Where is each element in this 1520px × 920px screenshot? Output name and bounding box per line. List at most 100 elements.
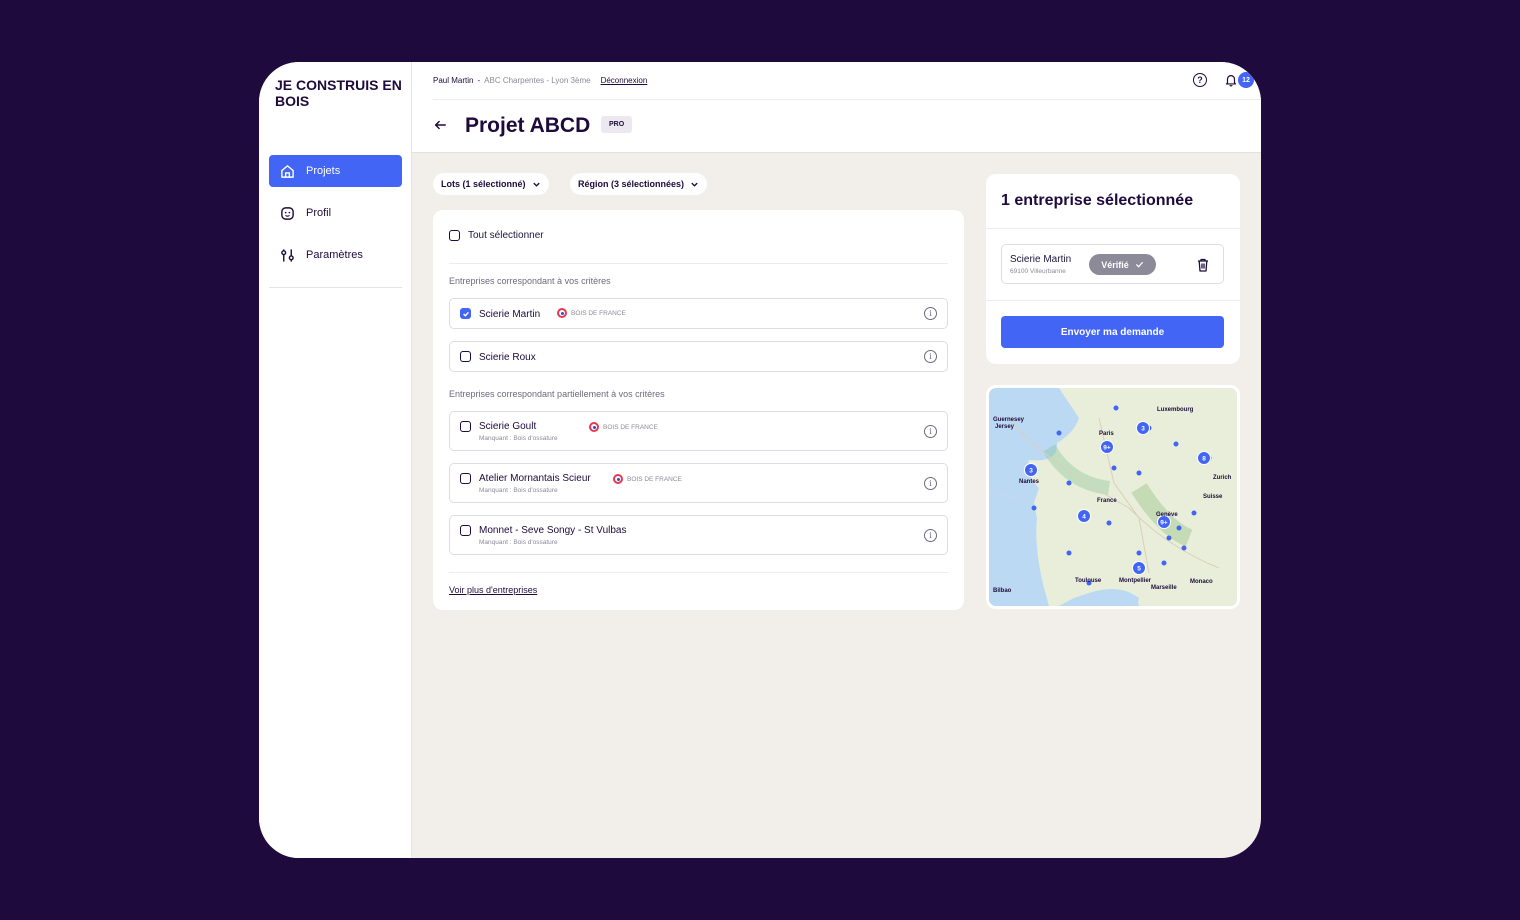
- map-cluster: 3: [1141, 426, 1145, 433]
- map-label: Suisse: [1203, 494, 1223, 500]
- trash-icon[interactable]: [1197, 258, 1209, 272]
- map-cluster: 5: [1137, 566, 1141, 573]
- company-row-atelier-mornantais[interactable]: Atelier Mornantais Scieur Manquant : Boi…: [449, 463, 948, 503]
- checkbox-checked[interactable]: [460, 308, 471, 319]
- company-name: Scierie Roux: [479, 352, 536, 363]
- see-more-companies-link[interactable]: Voir plus d'entreprises: [449, 585, 537, 595]
- map-label: Zurich: [1213, 475, 1232, 481]
- company-row-scierie-goult[interactable]: Scierie Goult Manquant : Bois d'ossature…: [449, 411, 948, 451]
- info-icon[interactable]: i: [924, 425, 937, 438]
- divider: [449, 263, 948, 264]
- logout-link[interactable]: Déconnexion: [601, 76, 648, 85]
- checkbox[interactable]: [460, 351, 471, 362]
- company-list-card: Tout sélectionner Entreprises correspond…: [433, 210, 964, 610]
- selected-company-item: Scierie Martin 69100 Villeurbanne Vérifi…: [1001, 244, 1224, 284]
- france-map: 3 9+ 8 3 4 9+ 5 Luxembourg Paris France …: [989, 388, 1237, 606]
- section-partial-match-label: Entreprises correspondant partiellement …: [449, 389, 665, 399]
- sliders-icon: [280, 248, 295, 263]
- selection-card: 1 entreprise sélectionnée Scierie Martin…: [986, 174, 1240, 364]
- map-label: Nantes: [1019, 479, 1040, 485]
- info-icon[interactable]: i: [924, 477, 937, 490]
- map-label: Montpellier: [1119, 578, 1152, 584]
- check-icon: [462, 311, 469, 317]
- map-label: France: [1097, 498, 1117, 504]
- company-name: Scierie Martin: [479, 309, 541, 320]
- lots-filter-label: Lots (1 sélectionné): [441, 179, 526, 189]
- map-cluster: 9+: [1103, 445, 1111, 452]
- sidebar-item-label: Paramètres: [306, 249, 363, 261]
- info-icon[interactable]: i: [924, 529, 937, 542]
- sidebar-item-projets[interactable]: Projets: [269, 155, 402, 187]
- company-name: Monnet - Seve Songy - St Vulbas: [479, 525, 627, 536]
- sidebar: JE CONSTRUIS EN BOIS Projets Profil Para…: [259, 62, 412, 858]
- sidebar-item-parametres[interactable]: Paramètres: [269, 239, 402, 271]
- check-icon: [1135, 261, 1143, 268]
- info-icon[interactable]: i: [924, 307, 937, 320]
- map-label: Marseille: [1151, 585, 1177, 591]
- info-icon[interactable]: i: [924, 350, 937, 363]
- user-info: Paul Martin - ABC Charpentes - Lyon 3ème…: [433, 76, 648, 85]
- home-icon: [280, 164, 295, 179]
- select-all-label: Tout sélectionner: [468, 230, 544, 241]
- bois-de-france-badge: BOIS DE FRANCE: [557, 308, 626, 318]
- header-divider: [433, 99, 1261, 100]
- page-title: Projet ABCD: [465, 114, 591, 137]
- map-label: Guernesey: [993, 417, 1025, 423]
- companies-map[interactable]: 3 9+ 8 3 4 9+ 5 Luxembourg Paris France …: [986, 385, 1240, 609]
- chevron-down-icon: [691, 182, 698, 187]
- map-label: Toulouse: [1075, 578, 1102, 584]
- missing-criteria: Manquant : Bois d'ossature: [479, 539, 558, 546]
- bois-de-france-badge: BOIS DE FRANCE: [589, 422, 658, 432]
- app-logo[interactable]: JE CONSTRUIS EN BOIS: [275, 77, 405, 109]
- map-label: Jersey: [995, 424, 1015, 430]
- divider: [986, 300, 1240, 301]
- map-cluster: 8: [1202, 456, 1206, 463]
- region-filter-dropdown[interactable]: Région (3 sélectionnées): [570, 173, 708, 195]
- company-row-monnet-seve-songy[interactable]: Monnet - Seve Songy - St Vulbas Manquant…: [449, 515, 948, 555]
- map-cluster: 4: [1082, 514, 1086, 521]
- lots-filter-dropdown[interactable]: Lots (1 sélectionné): [433, 173, 549, 195]
- sidebar-item-label: Profil: [306, 207, 332, 219]
- missing-criteria: Manquant : Bois d'ossature: [479, 487, 558, 494]
- select-all-checkbox[interactable]: Tout sélectionner: [449, 230, 544, 241]
- help-icon[interactable]: ?: [1193, 73, 1207, 87]
- page-header: Paul Martin - ABC Charpentes - Lyon 3ème…: [412, 62, 1261, 153]
- notification-badge: 12: [1238, 72, 1254, 88]
- sidebar-item-label: Projets: [306, 165, 341, 177]
- map-label: Luxembourg: [1157, 407, 1194, 413]
- company-row-scierie-martin[interactable]: Scierie Martin BOIS DE FRANCE i: [449, 298, 948, 329]
- company-name: Scierie Goult: [479, 421, 537, 432]
- divider: [449, 572, 948, 573]
- face-icon: [280, 206, 295, 221]
- sidebar-item-profil[interactable]: Profil: [269, 197, 402, 229]
- region-filter-label: Région (3 sélectionnées): [578, 179, 685, 189]
- bois-de-france-icon: [557, 308, 567, 318]
- back-arrow-icon[interactable]: [433, 118, 447, 132]
- bois-de-france-icon: [589, 422, 599, 432]
- company-row-scierie-roux[interactable]: Scierie Roux i: [449, 341, 948, 372]
- checkbox[interactable]: [460, 473, 471, 484]
- sidebar-nav: Projets Profil Paramètres: [269, 155, 402, 281]
- selection-title: 1 entreprise sélectionnée: [1001, 192, 1194, 209]
- selected-company-address: 69100 Villeurbanne: [1010, 268, 1066, 275]
- company-name: Atelier Mornantais Scieur: [479, 473, 591, 484]
- checkbox[interactable]: [460, 421, 471, 432]
- bell-icon[interactable]: [1224, 73, 1238, 87]
- app-window: JE CONSTRUIS EN BOIS Projets Profil Para…: [259, 62, 1261, 858]
- map-cluster: 3: [1029, 468, 1033, 475]
- user-company: ABC Charpentes - Lyon 3ème: [484, 76, 591, 85]
- map-label: Bilbao: [993, 588, 1012, 594]
- map-cluster: 9+: [1160, 520, 1168, 527]
- user-name: Paul Martin: [433, 76, 474, 85]
- send-request-button[interactable]: Envoyer ma demande: [1001, 316, 1224, 348]
- checkbox[interactable]: [460, 525, 471, 536]
- map-label: Paris: [1099, 431, 1114, 437]
- checkbox[interactable]: [449, 230, 460, 241]
- bois-de-france-icon: [613, 474, 623, 484]
- map-label: Genève: [1156, 512, 1178, 518]
- bois-de-france-badge: BOIS DE FRANCE: [613, 474, 682, 484]
- chevron-down-icon: [532, 182, 540, 187]
- verified-badge: Vérifié: [1089, 254, 1156, 275]
- divider: [986, 228, 1240, 229]
- selected-company-name: Scierie Martin: [1010, 254, 1072, 265]
